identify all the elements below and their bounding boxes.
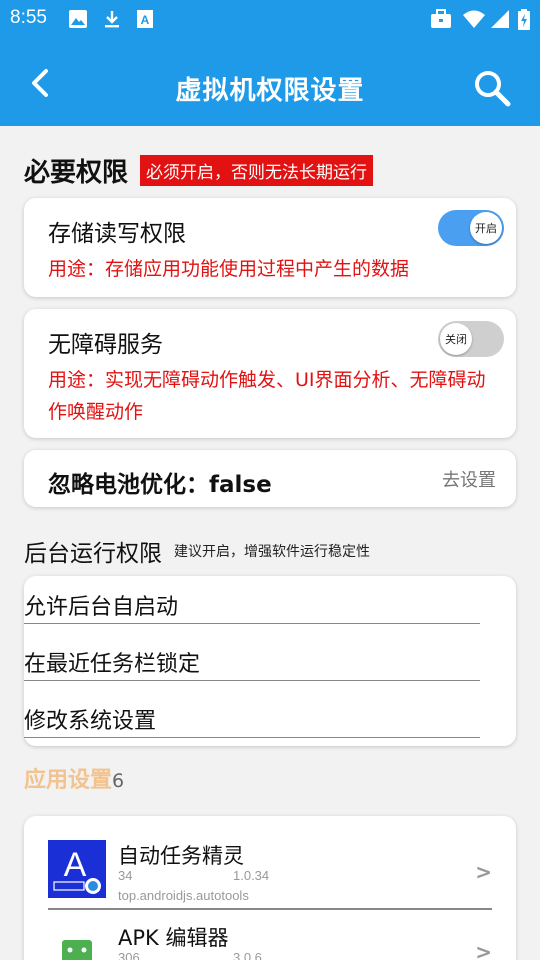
background-hint: 建议开启，增强软件运行稳定性 [174,544,370,560]
toggle-knob: 开启 [470,212,502,244]
app-id: 34 [118,868,133,883]
required-warning-badge: 必须开启，否则无法长期运行 [140,155,374,186]
svg-text:A: A [141,13,150,27]
app-list-card: A 自动任务精灵 34 1.0.34 top.androidjs.autotoo… [24,816,516,960]
briefcase-icon [431,9,451,28]
app-a-icon: A [137,10,153,28]
app-name: 自动任务精灵 [118,844,244,868]
wifi-icon [463,10,485,28]
search-icon[interactable] [472,68,512,108]
app-version: 3.0.6 [233,950,262,960]
app-settings-label: 应用设置 [24,768,113,793]
app-row[interactable]: A 自动任务精灵 34 1.0.34 top.androidjs.autotoo… [48,838,492,903]
accessibility-service-toggle[interactable]: 关闭 [438,321,504,357]
battery-optimization-card[interactable]: 忽略电池优化：false 去设置 [24,450,516,507]
svg-text:A: A [64,846,87,884]
row-divider [48,908,492,910]
signal-icon [491,10,509,28]
background-item-autostart[interactable]: 允许后台自启动 [24,589,480,624]
background-item-recent-lock[interactable]: 在最近任务栏锁定 [24,646,480,681]
chevron-right-icon[interactable]: > [475,940,492,960]
background-section-header: 后台运行权限 建议开启，增强软件运行稳定性 [24,534,370,568]
app-version: 1.0.34 [233,868,270,883]
status-time: 8:55 [10,7,47,28]
status-bar: 8:55 A [0,0,540,38]
chevron-right-icon[interactable]: > [475,860,492,884]
toggle-knob: 关闭 [440,323,472,355]
autotools-app-icon: A [48,840,106,898]
image-icon [69,10,87,28]
storage-permission-toggle[interactable]: 开启 [438,210,504,246]
background-item-system-settings[interactable]: 修改系统设置 [24,703,480,738]
page-title: 虚拟机权限设置 [175,76,365,106]
accessibility-service-title: 无障碍服务 [48,332,163,358]
app-bar: 虚拟机权限设置 [0,38,540,126]
battery-icon [518,9,530,30]
battery-optimization-goto[interactable]: 去设置 [442,466,496,492]
storage-permission-card: 存储读写权限 用途：存储应用功能使用过程中产生的数据 开启 [24,198,516,297]
required-section-header: 必要权限 必须开启，否则无法长期运行 [24,152,374,189]
app-name: APK 编辑器 [118,926,229,950]
app-id: 306 [118,950,140,960]
app-settings-count: 6 [112,770,125,792]
storage-permission-desc: 用途：存储应用功能使用过程中产生的数据 [48,258,410,280]
background-heading: 后台运行权限 [24,541,162,567]
storage-permission-title: 存储读写权限 [48,221,186,247]
app-package: top.androidjs.autotools [118,888,249,903]
accessibility-service-desc: 用途：实现无障碍动作触发、UI界面分析、无障碍动作唤醒动作 [48,369,486,423]
battery-optimization-title: 忽略电池优化：false [48,472,272,498]
app-row[interactable]: APK 编辑器 306 3.0.6 > [48,920,492,960]
download-icon [105,11,119,28]
required-heading: 必要权限 [24,158,129,188]
accessibility-service-card: 无障碍服务 用途：实现无障碍动作触发、UI界面分析、无障碍动作唤醒动作 关闭 [24,309,516,438]
apk-editor-app-icon [62,940,92,960]
app-settings-header: 应用设置6 [24,762,124,794]
